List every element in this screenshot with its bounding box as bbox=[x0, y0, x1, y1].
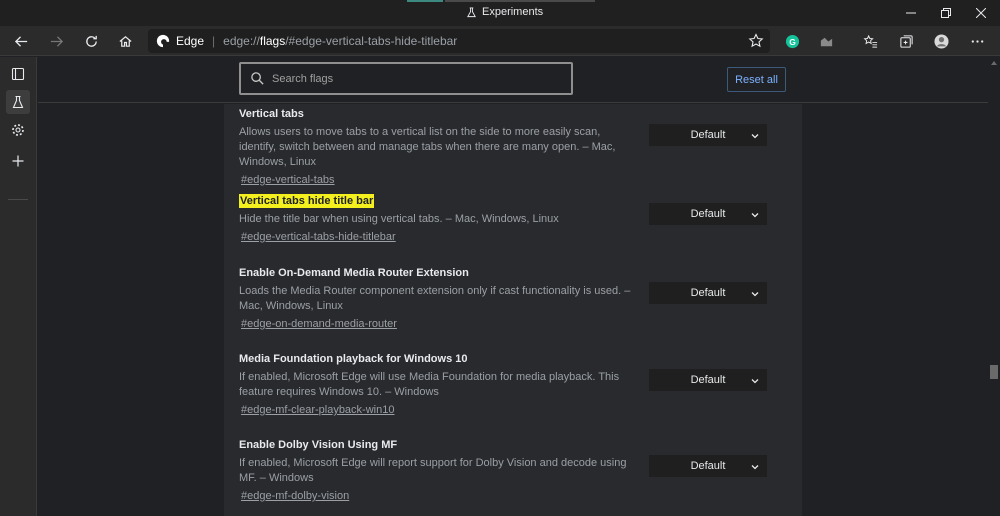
tab-settings[interactable] bbox=[6, 118, 30, 142]
arrow-right-icon bbox=[50, 35, 63, 47]
flag-description: Hide the title bar when using vertical t… bbox=[239, 213, 559, 225]
forward-button[interactable] bbox=[45, 30, 67, 52]
chevron-down-icon bbox=[751, 292, 759, 297]
url-host: flags bbox=[259, 34, 286, 48]
flag-state-value: Default bbox=[690, 208, 726, 220]
flask-icon bbox=[467, 6, 476, 17]
flag-state-select[interactable]: Default bbox=[649, 282, 767, 304]
tab-actions-button[interactable] bbox=[6, 62, 30, 86]
add-favorite-icon[interactable] bbox=[748, 33, 764, 49]
flag-state-select[interactable]: Default bbox=[649, 455, 767, 477]
flag-description: Loads the Media Router component extensi… bbox=[239, 285, 631, 312]
address-bar[interactable]: Edge | edge://flags/#edge-vertical-tabs-… bbox=[148, 29, 770, 53]
address-brand: Edge bbox=[176, 34, 205, 48]
scrollbar-thumb[interactable] bbox=[990, 365, 998, 379]
collections-button[interactable] bbox=[895, 30, 917, 52]
restore-icon bbox=[941, 8, 951, 18]
tab-strip-indicator bbox=[445, 0, 595, 2]
browser-toolbar: Edge | edge://flags/#edge-vertical-tabs-… bbox=[0, 26, 1000, 56]
flag-title: Enable Dolby Vision Using MF bbox=[239, 439, 398, 451]
tabs-icon bbox=[11, 67, 25, 81]
avatar-icon bbox=[933, 33, 949, 49]
flag-anchor-link[interactable]: #edge-vertical-tabs-hide-titlebar bbox=[241, 231, 396, 243]
minimize-icon bbox=[906, 12, 916, 14]
back-button[interactable] bbox=[10, 30, 32, 52]
url-scheme: edge:// bbox=[223, 34, 260, 48]
tab-experiments[interactable] bbox=[6, 90, 30, 114]
chevron-down-icon bbox=[751, 213, 759, 218]
flag-item-vertical-tabs: Vertical tabs Allows users to move tabs … bbox=[239, 104, 789, 188]
chevron-down-icon bbox=[751, 379, 759, 384]
home-button[interactable] bbox=[114, 30, 136, 52]
flags-header: Reset all bbox=[38, 57, 988, 103]
vertical-tabs-sidebar bbox=[0, 57, 37, 516]
flag-title-highlighted: Vertical tabs hide title bar bbox=[239, 194, 375, 208]
new-tab-button[interactable] bbox=[6, 149, 30, 173]
chevron-down-icon bbox=[751, 134, 759, 139]
plus-icon bbox=[12, 155, 24, 167]
more-horizontal-icon bbox=[971, 39, 983, 43]
favorites-list-icon bbox=[862, 34, 877, 48]
flag-title: Vertical tabs bbox=[239, 108, 304, 120]
flag-state-value: Default bbox=[690, 374, 726, 386]
close-button[interactable] bbox=[964, 0, 998, 26]
profile-button[interactable] bbox=[930, 30, 952, 52]
flag-description: If enabled, Microsoft Edge will use Medi… bbox=[239, 371, 620, 398]
grammarly-icon: G bbox=[785, 34, 799, 48]
flag-description: If enabled, Microsoft Edge will report s… bbox=[239, 457, 627, 484]
flag-state-select[interactable]: Default bbox=[649, 369, 767, 391]
address-separator: | bbox=[212, 34, 216, 48]
flag-title: Media Foundation playback for Windows 10 bbox=[239, 353, 468, 365]
window-title-text: Experiments bbox=[482, 6, 544, 18]
flag-state-value: Default bbox=[690, 460, 726, 472]
arrow-left-icon bbox=[14, 35, 27, 47]
favorites-button[interactable] bbox=[859, 30, 881, 52]
flag-state-value: Default bbox=[690, 129, 726, 141]
flag-anchor-link[interactable]: #edge-mf-dolby-vision bbox=[241, 490, 349, 502]
collections-icon bbox=[899, 34, 913, 48]
refresh-icon bbox=[85, 35, 97, 47]
page-scrollbar[interactable] bbox=[988, 57, 1000, 516]
url-path: /#edge-vertical-tabs-hide-titlebar bbox=[285, 34, 458, 48]
flag-anchor-link[interactable]: #edge-mf-clear-playback-win10 bbox=[241, 404, 394, 416]
flag-state-select[interactable]: Default bbox=[649, 203, 767, 225]
flags-list: Vertical tabs Allows users to move tabs … bbox=[224, 104, 802, 516]
flag-anchor-link[interactable]: #edge-on-demand-media-router bbox=[241, 318, 397, 330]
gear-icon bbox=[12, 124, 24, 136]
scroll-up-arrow-icon[interactable] bbox=[991, 61, 997, 65]
tab-strip-accent bbox=[407, 0, 443, 2]
search-icon bbox=[251, 72, 264, 85]
flag-title: Enable On-Demand Media Router Extension bbox=[239, 267, 469, 279]
flag-description: Allows users to move tabs to a vertical … bbox=[239, 126, 616, 168]
grammarly-extension-button[interactable]: G bbox=[781, 30, 803, 52]
close-icon bbox=[976, 8, 986, 18]
grammarly-letter: G bbox=[789, 36, 796, 46]
chevron-down-icon bbox=[751, 465, 759, 470]
restore-button[interactable] bbox=[929, 0, 963, 26]
window-title: Experiments bbox=[466, 6, 543, 18]
flag-anchor-link[interactable]: #edge-vertical-tabs bbox=[241, 174, 335, 186]
reset-all-button[interactable]: Reset all bbox=[727, 67, 786, 92]
search-input[interactable] bbox=[272, 72, 552, 85]
refresh-button[interactable] bbox=[80, 30, 102, 52]
more-menu-button[interactable] bbox=[966, 30, 988, 52]
chart-extension-icon bbox=[820, 37, 832, 46]
extension-button[interactable] bbox=[815, 30, 837, 52]
flag-state-select[interactable]: Default bbox=[649, 124, 767, 146]
home-icon bbox=[118, 35, 132, 47]
search-box[interactable] bbox=[239, 62, 573, 95]
minimize-button[interactable] bbox=[894, 0, 928, 26]
title-bar: Experiments bbox=[0, 0, 1000, 26]
edge-logo-icon bbox=[156, 34, 170, 48]
flask-icon bbox=[12, 95, 24, 109]
sidebar-divider bbox=[8, 199, 28, 200]
flags-page: Reset all Vertical tabs Allows users to … bbox=[38, 57, 988, 516]
flag-state-value: Default bbox=[690, 287, 726, 299]
